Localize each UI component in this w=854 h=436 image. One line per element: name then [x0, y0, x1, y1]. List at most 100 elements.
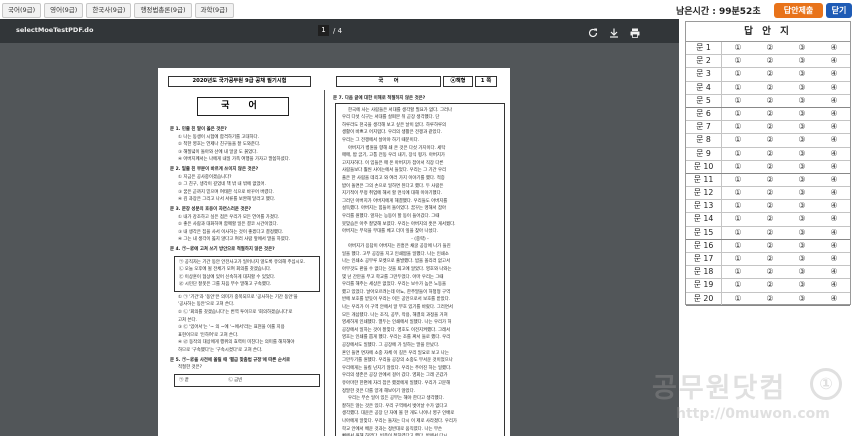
- answer-choice[interactable]: ②: [754, 279, 786, 291]
- answer-choice[interactable]: ④: [818, 134, 850, 146]
- answer-choice[interactable]: ④: [818, 200, 850, 212]
- answer-choice[interactable]: ②: [754, 134, 786, 146]
- answer-choice[interactable]: ④: [818, 279, 850, 291]
- answer-choice[interactable]: ④: [818, 293, 850, 305]
- answer-choice[interactable]: ①: [722, 240, 754, 252]
- answer-choice[interactable]: ②: [754, 240, 786, 252]
- answer-choice[interactable]: ①: [722, 253, 754, 265]
- answer-choice[interactable]: ④: [818, 187, 850, 199]
- answer-choice[interactable]: ④: [818, 161, 850, 173]
- answer-choice[interactable]: ①: [722, 134, 754, 146]
- answer-choice[interactable]: ②: [754, 148, 786, 160]
- download-icon[interactable]: [608, 24, 620, 38]
- answer-choice[interactable]: ②: [754, 200, 786, 212]
- answer-choice[interactable]: ①: [722, 161, 754, 173]
- answer-choice[interactable]: ②: [754, 227, 786, 239]
- answer-choice[interactable]: ④: [818, 240, 850, 252]
- answer-choice[interactable]: ③: [786, 253, 818, 265]
- answer-choice[interactable]: ④: [818, 227, 850, 239]
- subject-tab[interactable]: 국어(9급): [2, 3, 42, 18]
- answer-choice[interactable]: ③: [786, 174, 818, 186]
- answer-choice[interactable]: ②: [754, 42, 786, 54]
- answer-choice[interactable]: ③: [786, 82, 818, 94]
- answer-choice[interactable]: ①: [722, 82, 754, 94]
- answer-choice[interactable]: ③: [786, 213, 818, 225]
- answer-choice[interactable]: ②: [754, 187, 786, 199]
- answer-choice[interactable]: ④: [818, 108, 850, 120]
- answer-choice[interactable]: ②: [754, 253, 786, 265]
- passage-line: 우리는 무슨 일이 있든 공부는 해야 한다고 생각했다.: [348, 396, 444, 402]
- passage-line: 나는 우리가 이 구역 안에서 알 부호 있기를 바랐다. 그러면서: [342, 305, 453, 311]
- answer-choice[interactable]: ④: [818, 82, 850, 94]
- answer-choice[interactable]: ③: [786, 161, 818, 173]
- answer-choice[interactable]: ①: [722, 108, 754, 120]
- answer-choice[interactable]: ③: [786, 293, 818, 305]
- answer-choice[interactable]: ②: [754, 174, 786, 186]
- subject-tab[interactable]: 영어(9급): [44, 3, 84, 18]
- page-number-input[interactable]: 1: [318, 25, 329, 36]
- passage-line: 혼인 들면 면자에 소중 자체 이 길은 우리 일요로 보고 나는: [342, 350, 449, 356]
- answer-choice[interactable]: ④: [818, 68, 850, 80]
- subject-tab[interactable]: 과학(9급): [194, 3, 234, 18]
- answer-choice[interactable]: ①: [722, 68, 754, 80]
- header-page: 1 쪽: [475, 76, 497, 87]
- answer-choice[interactable]: ③: [786, 134, 818, 146]
- answer-choice[interactable]: ③: [786, 240, 818, 252]
- answer-choice[interactable]: ②: [754, 108, 786, 120]
- top-bar: 국어(9급) 영어(9급) 한국사(9급) 행정법총론(9급) 과학(9급) 남은시간 …: [0, 0, 854, 19]
- answer-choice[interactable]: ①: [722, 174, 754, 186]
- answer-row: 문 3①②③④: [686, 68, 850, 82]
- answer-choice[interactable]: ④: [818, 148, 850, 160]
- answer-choice[interactable]: ①: [722, 148, 754, 160]
- answer-choice[interactable]: ③: [786, 148, 818, 160]
- answer-choice[interactable]: ①: [722, 213, 754, 225]
- answer-choice[interactable]: ②: [754, 55, 786, 67]
- answer-choice[interactable]: ①: [722, 279, 754, 291]
- answer-choice[interactable]: ①: [722, 266, 754, 278]
- answer-choice[interactable]: ②: [754, 95, 786, 107]
- answer-choice[interactable]: ②: [754, 293, 786, 305]
- answer-choice[interactable]: ③: [786, 121, 818, 133]
- answer-choice[interactable]: ④: [818, 266, 850, 278]
- answer-choice[interactable]: ②: [754, 161, 786, 173]
- header-subject: 국 어: [336, 76, 441, 87]
- answer-choice[interactable]: ①: [722, 200, 754, 212]
- answer-choice[interactable]: ②: [754, 213, 786, 225]
- answer-choice[interactable]: ④: [818, 253, 850, 265]
- answer-choice[interactable]: ②: [754, 82, 786, 94]
- answer-choice[interactable]: ③: [786, 200, 818, 212]
- answer-choice[interactable]: ③: [786, 68, 818, 80]
- answer-choice[interactable]: ④: [818, 174, 850, 186]
- rotate-icon[interactable]: [587, 24, 599, 38]
- answer-choice[interactable]: ③: [786, 187, 818, 199]
- pdf-viewer[interactable]: selectMoeTestPDF.do 1 / 4 2020년도 국가공무원 9…: [0, 19, 679, 436]
- answer-choice[interactable]: ②: [754, 68, 786, 80]
- submit-answers-button[interactable]: 답안제출: [774, 3, 823, 18]
- answer-choice[interactable]: ①: [722, 42, 754, 54]
- close-button[interactable]: 닫기: [826, 3, 852, 18]
- answer-choice[interactable]: ②: [754, 266, 786, 278]
- answer-choice[interactable]: ①: [722, 95, 754, 107]
- answer-choice[interactable]: ①: [722, 55, 754, 67]
- answer-choice[interactable]: ③: [786, 55, 818, 67]
- answer-choice[interactable]: ③: [786, 108, 818, 120]
- answer-choice[interactable]: ③: [786, 95, 818, 107]
- subject-tab[interactable]: 한국사(9급): [86, 3, 132, 18]
- passage-line: 일을 했다. 고무 공장을 지고 인쇄짬을 일했다. 나는 인쇄소: [342, 251, 449, 257]
- answer-choice[interactable]: ②: [754, 121, 786, 133]
- answer-choice[interactable]: ④: [818, 121, 850, 133]
- print-icon[interactable]: [629, 24, 641, 38]
- answer-choice[interactable]: ③: [786, 227, 818, 239]
- answer-choice[interactable]: ①: [722, 293, 754, 305]
- answer-choice[interactable]: ④: [818, 95, 850, 107]
- answer-choice[interactable]: ④: [818, 42, 850, 54]
- answer-choice[interactable]: ①: [722, 227, 754, 239]
- answer-choice[interactable]: ③: [786, 266, 818, 278]
- answer-choice[interactable]: ④: [818, 55, 850, 67]
- answer-choice[interactable]: ①: [722, 187, 754, 199]
- answer-choice[interactable]: ①: [722, 121, 754, 133]
- subject-tab[interactable]: 행정법총론(9급): [134, 3, 192, 18]
- answer-choice[interactable]: ③: [786, 279, 818, 291]
- answer-choice[interactable]: ③: [786, 42, 818, 54]
- answer-choice[interactable]: ④: [818, 213, 850, 225]
